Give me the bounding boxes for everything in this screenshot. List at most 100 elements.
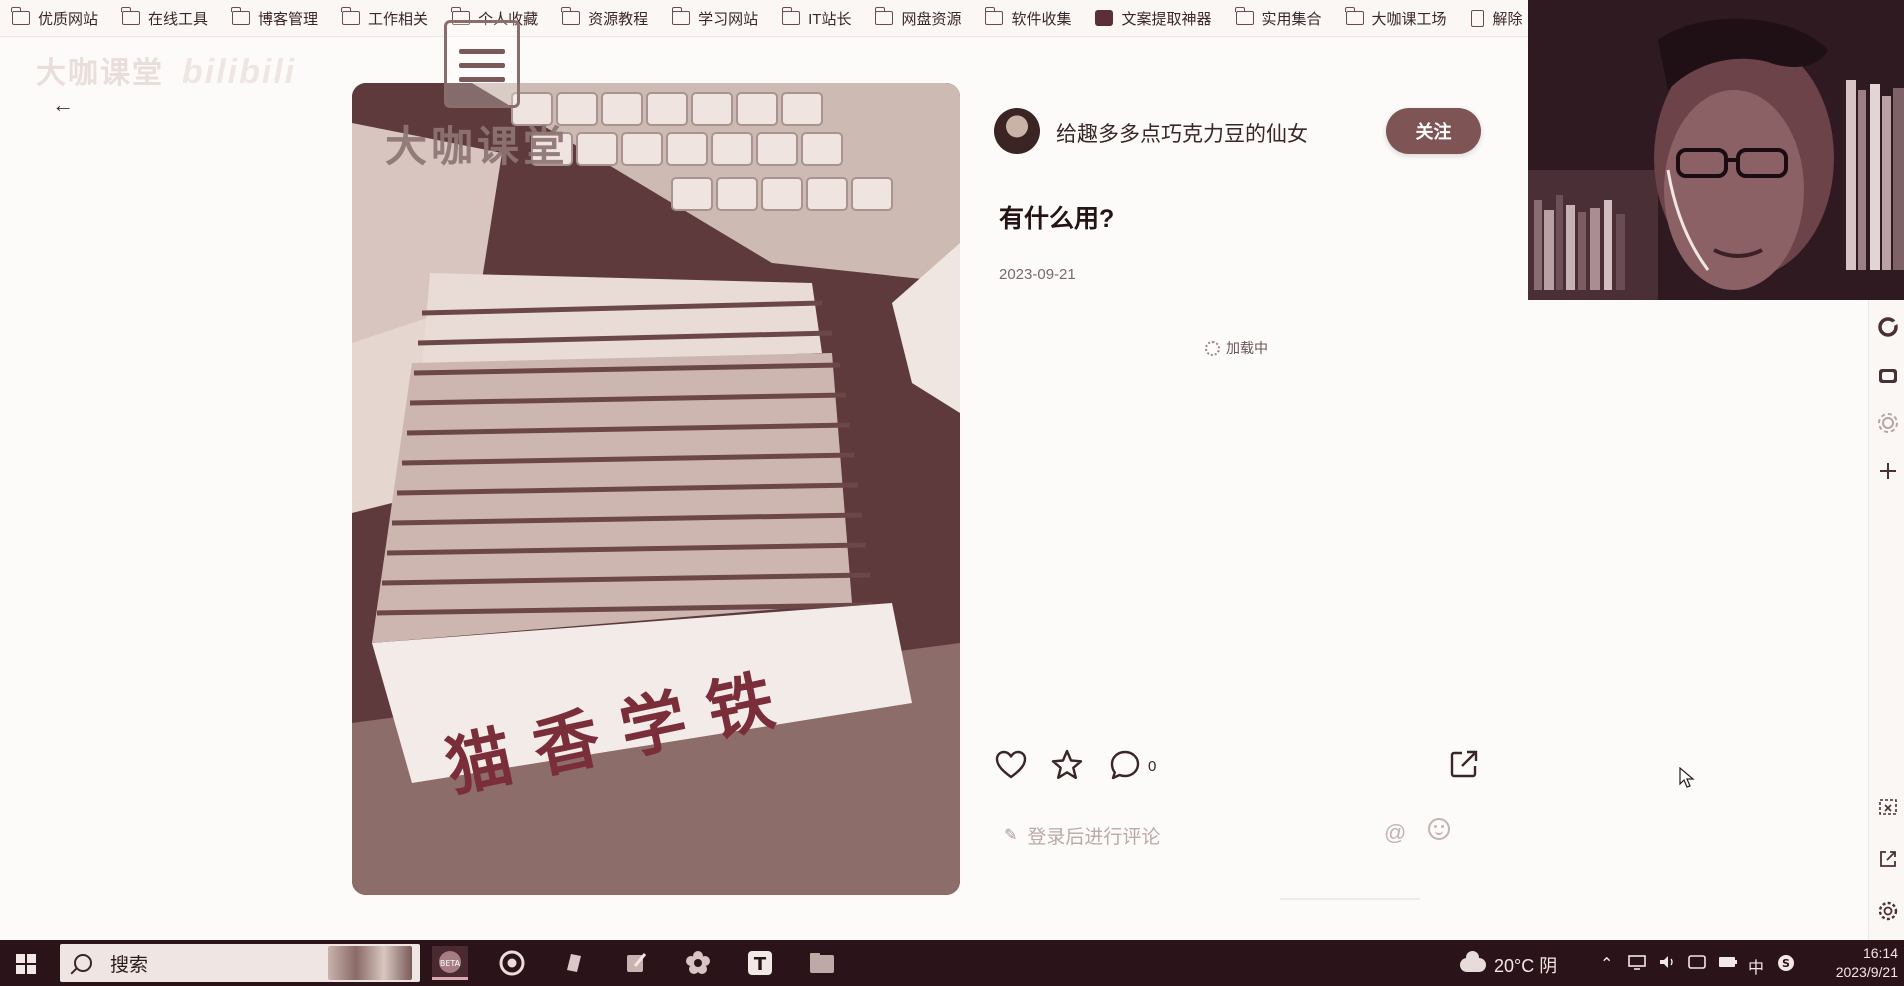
flower-app-icon <box>686 951 710 974</box>
taskbar-app-flower[interactable] <box>680 946 716 980</box>
folder-icon <box>341 7 361 25</box>
sogou-ime-icon[interactable]: S <box>1776 954 1796 972</box>
bookmark-label: IT站长 <box>808 10 852 28</box>
loading-text: 加载中 <box>1226 340 1268 356</box>
comment-input[interactable]: ✎ 登录后进行评论 @ <box>1004 818 1480 852</box>
browser-beta-icon: BETA <box>439 950 461 973</box>
bookmark-item[interactable]: 大咖课工场 <box>1334 0 1459 36</box>
windows-start-icon[interactable] <box>16 954 36 974</box>
clock-date: 2023/9/21 <box>1835 964 1898 980</box>
chrome-icon <box>499 950 525 976</box>
svg-text:T: T <box>754 954 767 975</box>
image-logo-text: 大咖课堂 <box>385 123 570 170</box>
author-avatar[interactable] <box>994 108 1040 154</box>
logo-mark-icon <box>444 20 520 108</box>
network-icon[interactable] <box>1628 954 1646 970</box>
input-panel-icon[interactable] <box>1688 954 1706 970</box>
bookmark-item[interactable]: 软件收集 <box>973 0 1083 36</box>
bookmark-label: 解除 <box>1492 10 1523 28</box>
editor-icon <box>627 953 647 972</box>
author-name[interactable]: 给趣多多点巧克力豆的仙女 <box>1056 118 1308 148</box>
comment-bubble-icon[interactable] <box>1108 748 1142 782</box>
collect-star-icon[interactable] <box>1050 748 1084 782</box>
bookmark-item[interactable]: 博客管理 <box>220 0 330 36</box>
weather-text: 20°C 阴 <box>1494 956 1558 976</box>
folder-icon <box>1234 7 1254 25</box>
copilot-icon[interactable] <box>1877 316 1899 338</box>
battery-icon[interactable] <box>1718 954 1738 970</box>
typora-icon: T <box>748 951 772 975</box>
mention-at-icon[interactable]: @ <box>1384 820 1406 846</box>
folder-icon <box>874 7 894 25</box>
bookmark-label: 网盘资源 <box>901 10 962 28</box>
bookmark-label: 实用集合 <box>1261 10 1322 28</box>
cloud-icon <box>1460 951 1486 972</box>
bookmark-item[interactable]: 在线工具 <box>110 0 220 36</box>
folder-icon <box>11 7 30 25</box>
volume-icon[interactable] <box>1658 954 1676 970</box>
taskbar-search-label: 搜索 <box>110 954 149 976</box>
bookmark-item[interactable]: 资源教程 <box>550 0 660 36</box>
taskbar-app-chrome[interactable] <box>494 946 530 980</box>
add-icon[interactable] <box>1877 460 1899 482</box>
folder-icon <box>561 7 581 25</box>
folder-icon <box>121 7 141 25</box>
bookmark-item[interactable]: 学习网站 <box>660 0 770 36</box>
post-title: 有什么用? <box>999 205 1115 233</box>
taskbar-app-editor[interactable] <box>618 946 654 980</box>
back-arrow-icon[interactable]: ← <box>52 94 74 116</box>
bookmark-item[interactable]: 网盘资源 <box>863 0 973 36</box>
bookmark-label: 博客管理 <box>258 10 319 28</box>
folder-icon <box>984 7 1004 25</box>
bookmark-item[interactable]: 优质网站 <box>0 0 110 36</box>
loading-spinner-icon <box>1205 340 1220 356</box>
comment-placeholder: 登录后进行评论 <box>1027 826 1161 848</box>
folder-icon <box>781 7 801 25</box>
ime-indicator[interactable]: 中 <box>1748 954 1764 978</box>
webcam-overlay <box>1528 0 1904 300</box>
bookmark-item[interactable]: 实用集合 <box>1224 0 1334 36</box>
file-explorer-icon <box>810 953 834 973</box>
follow-button[interactable]: 关注 <box>1386 108 1481 154</box>
like-heart-icon[interactable] <box>994 748 1028 782</box>
post-date: 2023-09-21 <box>999 266 1076 283</box>
bookmark-item[interactable]: 解除 <box>1459 0 1528 36</box>
taskbar-search[interactable]: 搜索 <box>60 944 420 982</box>
page-divider <box>1280 898 1420 900</box>
bookmark-label: 资源教程 <box>588 10 649 28</box>
notes-icon <box>567 954 581 972</box>
taskbar-clock[interactable]: 16:14 2023/9/21 <box>1818 944 1904 982</box>
pencil-icon: ✎ <box>1004 827 1018 844</box>
browser-sidebar <box>1868 300 1904 940</box>
webcam-feed <box>1528 0 1904 300</box>
mouse-cursor-icon <box>1679 767 1695 788</box>
taskbar-weather[interactable]: 20°C 阴 <box>1460 951 1558 978</box>
clock-time: 16:14 <box>1862 945 1898 961</box>
bookmark-item[interactable]: IT站长 <box>770 0 863 36</box>
tools-icon[interactable] <box>1877 412 1899 434</box>
taskbar-app-notes[interactable] <box>556 946 592 980</box>
bookmark-item[interactable]: 工作相关 <box>330 0 440 36</box>
bookmark-label: 学习网站 <box>698 10 759 28</box>
bookmark-label: 在线工具 <box>148 10 209 28</box>
comment-count: 0 <box>1148 758 1157 775</box>
taskbar-app-explorer[interactable] <box>804 946 840 980</box>
taskbar-app-browser[interactable]: BETA <box>432 946 468 980</box>
share-icon[interactable] <box>1448 748 1480 780</box>
post-image[interactable]: 猫 香 学 铁 <box>352 83 960 895</box>
taskbar-app-typora[interactable]: T <box>742 946 778 980</box>
open-external-icon[interactable] <box>1877 848 1899 870</box>
post-photo: 猫 香 学 铁 <box>352 83 960 895</box>
shopping-icon[interactable] <box>1877 364 1899 386</box>
emoji-icon[interactable] <box>1428 818 1450 840</box>
comments-loading: 加载中 <box>1205 338 1268 358</box>
screenshot-icon[interactable] <box>1877 796 1899 818</box>
bookmark-item[interactable]: 文案提取神器 <box>1083 0 1223 36</box>
search-highlight-image <box>328 946 412 980</box>
doc-icon <box>1470 9 1484 27</box>
settings-gear-icon[interactable] <box>1877 900 1899 922</box>
bookmark-label: 大咖课工场 <box>1371 10 1447 28</box>
folder-icon <box>231 7 251 25</box>
tray-chevron-up-icon[interactable]: ⌃ <box>1600 954 1613 974</box>
post-actions: 0 <box>994 748 1480 786</box>
